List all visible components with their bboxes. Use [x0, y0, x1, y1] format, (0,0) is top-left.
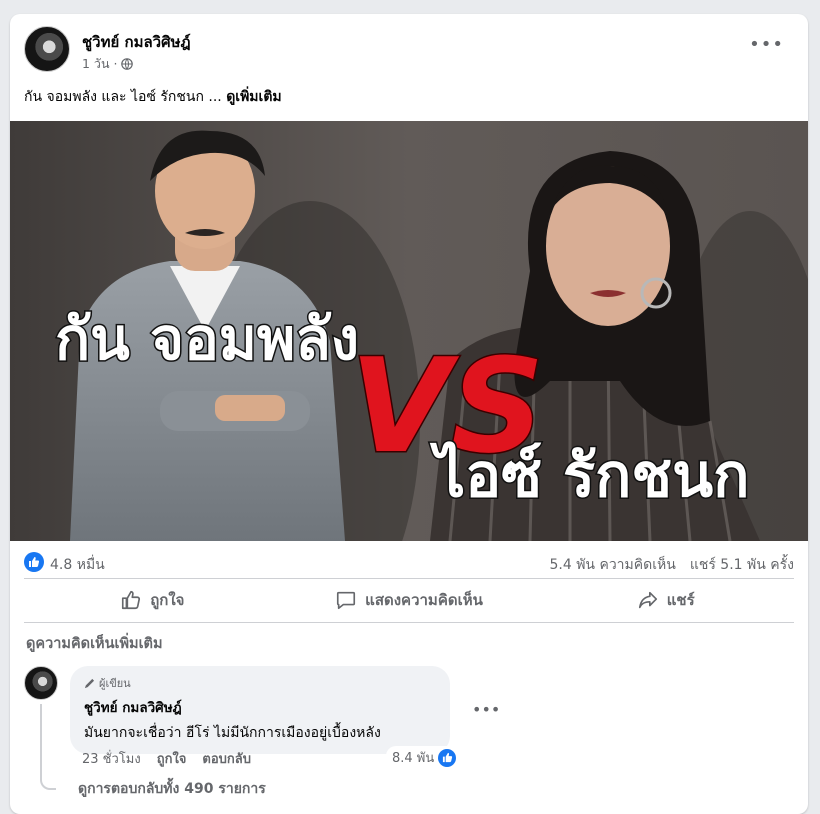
comment-meta: 23 ชั่วโมง ถูกใจ ตอบกลับ: [82, 748, 251, 769]
comment-text: มันยากจะเชื่อว่า ฮีโร่ ไม่มีนักการเมืองอ…: [84, 725, 381, 741]
share-label: แชร์: [666, 591, 695, 609]
view-replies-link[interactable]: ดูการตอบกลับทั้ง 490 รายการ: [78, 778, 266, 800]
like-button[interactable]: ถูกใจ: [24, 582, 281, 618]
image-left-name: กัน จอมพลัง: [55, 305, 359, 373]
comment-reactions-count: 8.4 พัน: [392, 751, 435, 766]
comment-avatar[interactable]: [24, 666, 58, 700]
comment-reply-button[interactable]: ตอบกลับ: [202, 748, 251, 769]
comment-button[interactable]: แสดงความคิดเห็น: [281, 582, 538, 618]
globe-icon: [121, 58, 134, 70]
comment-reactions[interactable]: 8.4 พัน: [386, 746, 459, 769]
post-author[interactable]: ชูวิทย์ กมลวิศิษฎ์: [82, 30, 191, 54]
author-badge-label: ผู้เขียน: [99, 677, 131, 690]
action-bar: ถูกใจ แสดงความคิดเห็น แชร์: [24, 582, 794, 618]
image-right-name: ไอซ์ รักชนก: [429, 440, 749, 511]
post-card: ชูวิทย์ กมลวิศิษฎ์ 1 วัน · ••• กัน จอมพล…: [10, 14, 808, 814]
post-caption: กัน จอมพลัง และ ไอซ์ รักชนก ... ดูเพิ่มเ…: [24, 86, 282, 108]
like-reaction-icon[interactable]: [24, 552, 44, 572]
share-button[interactable]: แชร์: [537, 582, 794, 618]
comment-label: แสดงความคิดเห็น: [365, 591, 483, 609]
like-icon: [122, 590, 141, 610]
reactions-count[interactable]: 4.8 หมื่น: [50, 554, 105, 576]
post-stats: 4.8 หมื่น 5.4 พัน ความคิดเห็น แชร์ 5.1 พ…: [24, 552, 794, 574]
see-more-link[interactable]: ดูเพิ่มเติม: [226, 89, 281, 105]
author-avatar[interactable]: [24, 26, 70, 72]
caption-text: กัน จอมพลัง และ ไอซ์ รักชนก ...: [24, 89, 222, 105]
post-image-art: กัน จอมพลัง VS ไอซ์ รักชนก: [10, 121, 808, 541]
post-header: ชูวิทย์ กมลวิศิษฎ์ 1 วัน · •••: [24, 26, 794, 76]
shares-count[interactable]: แชร์ 5.1 พัน ครั้ง: [690, 554, 794, 576]
share-icon: [638, 591, 657, 609]
comment-bubble: ผู้เขียน ชูวิทย์ กมลวิศิษฎ์ มันยากจะเชื่…: [70, 666, 450, 754]
post-time[interactable]: 1 วัน ·: [82, 54, 117, 74]
pencil-icon: [84, 678, 95, 688]
more-icon[interactable]: •••: [749, 34, 784, 55]
thread-line: [40, 704, 56, 790]
comment-like-reaction-icon: [438, 748, 457, 767]
post-image[interactable]: กัน จอมพลัง VS ไอซ์ รักชนก: [10, 121, 808, 541]
divider-top: [24, 578, 794, 579]
like-label: ถูกใจ: [150, 591, 185, 609]
stats-right: 5.4 พัน ความคิดเห็น แชร์ 5.1 พัน ครั้ง: [549, 554, 794, 576]
divider-bottom: [24, 622, 794, 623]
comment-author[interactable]: ชูวิทย์ กมลวิศิษฎ์: [84, 696, 436, 718]
comments-count[interactable]: 5.4 พัน ความคิดเห็น: [549, 554, 675, 576]
author-badge: ผู้เขียน: [84, 674, 436, 692]
comment-icon: [337, 591, 356, 610]
comment-like-button[interactable]: ถูกใจ: [157, 748, 187, 769]
post-meta: 1 วัน ·: [82, 54, 134, 74]
comment-more-icon[interactable]: •••: [472, 700, 500, 719]
view-more-comments[interactable]: ดูความคิดเห็นเพิ่มเติม: [26, 632, 163, 655]
comment-time[interactable]: 23 ชั่วโมง: [82, 748, 141, 769]
comment: ผู้เขียน ชูวิทย์ กมลวิศิษฎ์ มันยากจะเชื่…: [24, 662, 794, 812]
